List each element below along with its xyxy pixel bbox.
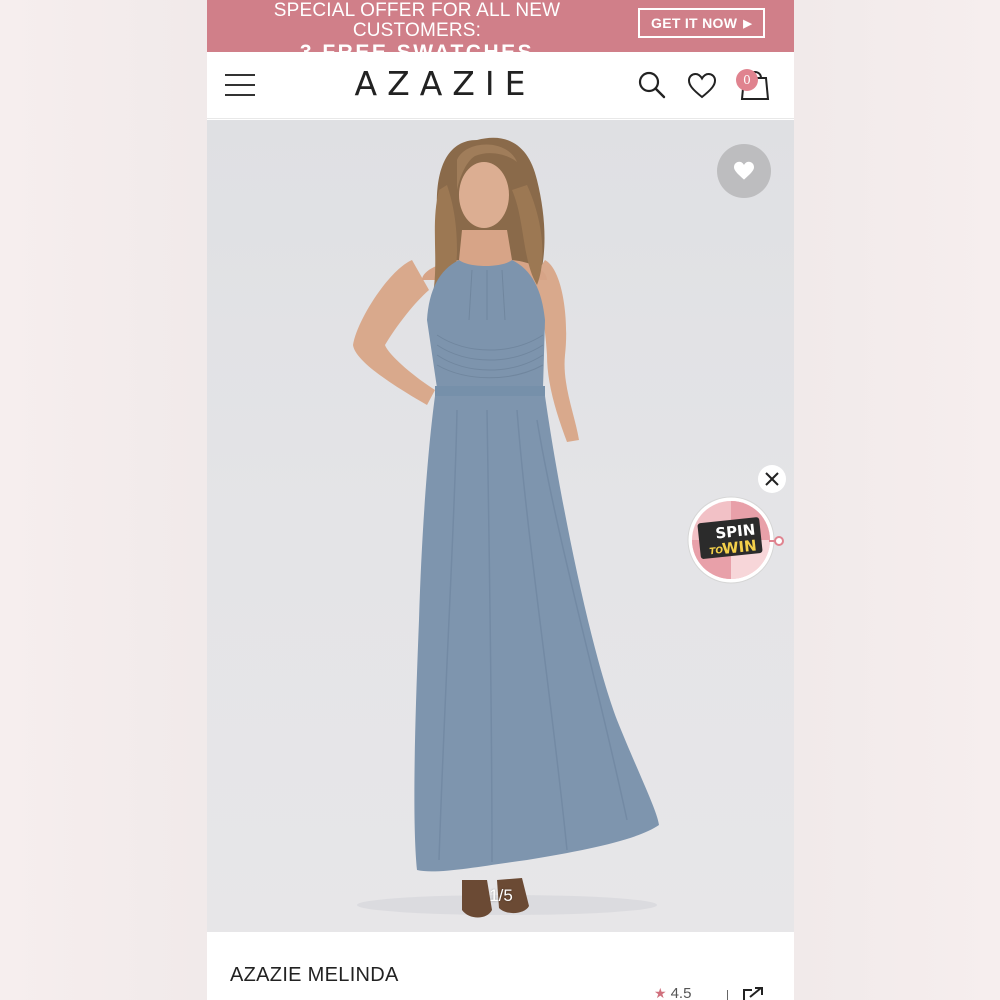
product-rating[interactable]: ★ 4.5 bbox=[654, 985, 724, 1000]
get-it-now-label: GET IT NOW bbox=[651, 15, 738, 31]
menu-icon[interactable] bbox=[225, 74, 255, 98]
spin-wheel-icon: SPIN TO WIN bbox=[687, 496, 784, 584]
product-title: AZAZIE MELINDA bbox=[230, 964, 399, 986]
site-header: AZAZIE 0 bbox=[207, 52, 794, 119]
add-to-wishlist-button[interactable] bbox=[717, 144, 771, 198]
win-label: WIN bbox=[721, 536, 757, 558]
star-icon: ★ bbox=[654, 985, 667, 1000]
play-arrow-icon: ▶ bbox=[743, 17, 752, 30]
rating-divider bbox=[727, 990, 728, 1000]
image-counter: 1/5 bbox=[489, 886, 513, 905]
get-it-now-button[interactable]: GET IT NOW ▶ bbox=[638, 8, 765, 38]
promo-banner[interactable]: SPECIAL OFFER FOR ALL NEW CUSTOMERS: 3 F… bbox=[207, 0, 794, 65]
phone-screen: SPECIAL OFFER FOR ALL NEW CUSTOMERS: 3 F… bbox=[207, 0, 794, 1000]
close-spin-button[interactable] bbox=[758, 465, 786, 493]
heart-icon bbox=[734, 161, 754, 180]
cart-count-badge: 0 bbox=[736, 69, 758, 91]
spin-to-win-badge[interactable]: SPIN TO WIN bbox=[687, 496, 787, 586]
product-image[interactable]: SPIN TO WIN 1/5 bbox=[207, 120, 794, 932]
close-icon bbox=[765, 472, 779, 486]
rating-value: 4.5 bbox=[670, 985, 692, 1000]
wishlist-heart-icon[interactable] bbox=[687, 72, 717, 100]
search-icon[interactable] bbox=[637, 70, 667, 100]
brand-logo[interactable]: AZAZIE bbox=[340, 64, 550, 103]
promo-text: SPECIAL OFFER FOR ALL NEW CUSTOMERS: 3 F… bbox=[207, 0, 627, 65]
share-icon[interactable] bbox=[742, 987, 764, 1000]
promo-headline: SPECIAL OFFER FOR ALL NEW CUSTOMERS: bbox=[273, 0, 561, 41]
